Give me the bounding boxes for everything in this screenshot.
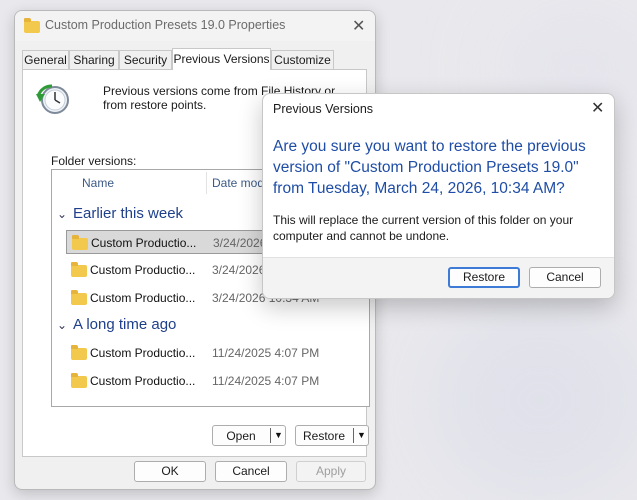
close-icon[interactable]: ✕: [352, 18, 365, 34]
open-button-label: Open: [226, 429, 256, 443]
item-name: Custom Productio...: [91, 236, 197, 250]
folder-icon: [72, 235, 88, 250]
tab-previous-versions[interactable]: Previous Versions: [172, 48, 271, 70]
title-bar: Custom Production Presets 19.0 Propertie…: [15, 11, 375, 41]
cancel-button[interactable]: Cancel: [529, 267, 601, 288]
dropdown-arrow-icon[interactable]: ▼: [357, 428, 366, 443]
split-separator: [353, 428, 354, 443]
cancel-button[interactable]: Cancel: [215, 461, 287, 482]
restore-button-label: Restore: [302, 429, 346, 443]
tab-sharing[interactable]: Sharing: [69, 50, 119, 69]
dialog-detail: This will replace the current version of…: [273, 213, 574, 243]
dropdown-arrow-icon[interactable]: ▼: [274, 428, 283, 443]
dialog-footer: Restore Cancel: [263, 257, 614, 298]
folder-icon: [71, 262, 87, 277]
ok-button[interactable]: OK: [134, 461, 206, 482]
list-item[interactable]: Custom Productio... 11/24/2025 4:07 PM: [66, 341, 366, 365]
group-header-a-long-time-ago[interactable]: ⌄ A long time ago: [57, 316, 176, 333]
apply-button[interactable]: Apply: [296, 461, 366, 482]
item-name: Custom Productio...: [90, 374, 196, 388]
list-item[interactable]: Custom Productio... 11/24/2025 4:07 PM: [66, 369, 366, 393]
restore-split-button[interactable]: Restore ▼: [295, 425, 369, 446]
folder-versions-label: Folder versions:: [51, 154, 137, 168]
open-split-button[interactable]: Open ▼: [212, 425, 286, 446]
folder-icon: [71, 373, 87, 388]
restore-button[interactable]: Restore: [448, 267, 520, 288]
group-header-earlier-this-week[interactable]: ⌄ Earlier this week: [57, 205, 183, 222]
folder-icon: [24, 18, 40, 33]
chevron-down-icon: ⌄: [57, 318, 68, 332]
column-separator[interactable]: [206, 172, 207, 194]
chevron-down-icon: ⌄: [57, 207, 68, 221]
tab-customize[interactable]: Customize: [271, 50, 334, 69]
clock-restore-icon: [36, 84, 69, 114]
item-date: 11/24/2025 4:07 PM: [212, 346, 320, 360]
folder-icon: [71, 345, 87, 360]
column-header-name[interactable]: Name: [82, 170, 114, 196]
tab-security[interactable]: Security: [119, 50, 172, 69]
group-label: Earlier this week: [73, 205, 184, 222]
split-separator: [270, 428, 271, 443]
close-icon[interactable]: ✕: [591, 100, 604, 116]
item-date: 11/24/2025 4:07 PM: [212, 374, 320, 388]
item-name: Custom Productio...: [90, 346, 196, 360]
dialog-question: Are you sure you want to restore the pre…: [273, 138, 586, 197]
item-name: Custom Productio...: [90, 291, 196, 305]
dialog-title: Previous Versions: [273, 102, 374, 116]
folder-icon: [71, 290, 87, 305]
restore-confirm-dialog: Previous Versions ✕ Are you sure you wan…: [262, 93, 615, 299]
tab-general[interactable]: General: [22, 50, 69, 69]
group-label: A long time ago: [73, 316, 177, 333]
item-name: Custom Productio...: [90, 263, 196, 277]
window-title: Custom Production Presets 19.0 Propertie…: [45, 18, 286, 32]
